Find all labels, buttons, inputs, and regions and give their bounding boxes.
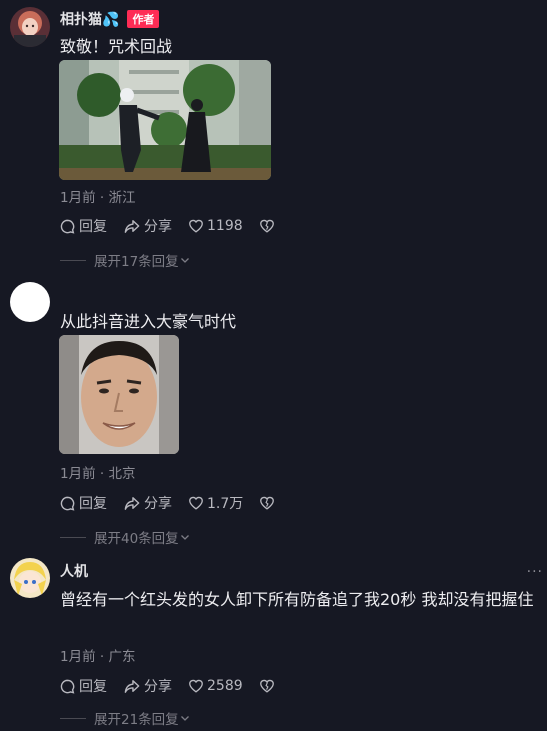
comment-image[interactable] [59, 60, 271, 180]
reply-bubble-icon [60, 496, 75, 511]
comment-text: 曾经有一个红头发的女人卸下所有防备追了我20秒 我却没有把握住 [60, 590, 534, 609]
share-label: 分享 [144, 679, 172, 695]
divider [60, 536, 86, 538]
broken-heart-icon [260, 496, 275, 510]
reply-button[interactable]: 回复 [59, 676, 107, 696]
comment-image[interactable] [59, 335, 179, 454]
expand-replies[interactable]: 展开40条回复 [60, 527, 191, 547]
comment-meta: 1月前 · 广东 [60, 649, 136, 665]
chevron-down-icon [180, 716, 189, 721]
share-label: 分享 [144, 496, 172, 512]
comment-item: 人机 ··· 曾经有一个红头发的女人卸下所有防备追了我20秒 我却没有把握住 1… [0, 550, 547, 731]
comment-item: 从此抖音进入大豪气时代 1月前 · 北京 回复 分享 1.7万 展开40条回复 [0, 280, 547, 550]
comment-meta: 1月前 · 北京 [60, 466, 136, 482]
avatar[interactable] [10, 7, 50, 47]
reply-button[interactable]: 回复 [59, 493, 107, 513]
divider [60, 259, 86, 261]
share-arrow-icon [124, 496, 140, 510]
heart-icon [189, 679, 203, 693]
comment-text: 致敬！咒术回战 [60, 37, 173, 56]
comment-item: 相扑猫💦 作者 致敬！咒术回战 1月前 · 浙江 回复 分享 1198 展开17… [0, 0, 547, 280]
share-button[interactable]: 分享 [123, 493, 172, 513]
share-arrow-icon [124, 219, 140, 233]
like-count: 2589 [207, 678, 243, 694]
heart-icon [189, 219, 203, 233]
reply-bubble-icon [60, 219, 75, 234]
comment-meta: 1月前 · 浙江 [60, 190, 136, 206]
broken-heart-icon [259, 679, 274, 693]
heart-icon [189, 496, 203, 510]
like-button[interactable]: 1198 [188, 218, 243, 234]
expand-label: 展开17条回复 [94, 254, 179, 270]
expand-replies[interactable]: 展开17条回复 [60, 250, 191, 270]
like-button[interactable]: 1.7万 [188, 493, 243, 513]
reply-label: 回复 [79, 679, 107, 695]
chevron-down-icon [180, 535, 189, 540]
reply-button[interactable]: 回复 [59, 216, 107, 236]
avatar[interactable] [10, 558, 50, 598]
expand-label: 展开21条回复 [94, 712, 179, 728]
like-button[interactable]: 2589 [188, 678, 243, 694]
username[interactable]: 相扑猫💦 [60, 9, 119, 29]
divider [60, 717, 86, 719]
share-button[interactable]: 分享 [123, 216, 172, 236]
expand-label: 展开40条回复 [94, 531, 179, 547]
author-badge: 作者 [127, 10, 160, 28]
reply-label: 回复 [79, 219, 107, 235]
comment-text: 从此抖音进入大豪气时代 [60, 312, 237, 331]
dislike-button[interactable] [259, 678, 278, 694]
share-button[interactable]: 分享 [123, 676, 172, 696]
avatar[interactable] [10, 282, 50, 322]
dislike-button[interactable] [259, 495, 278, 511]
share-label: 分享 [144, 219, 172, 235]
chevron-down-icon [180, 258, 189, 263]
like-count: 1198 [207, 218, 243, 234]
reply-bubble-icon [60, 679, 75, 694]
more-options-button[interactable]: ··· [527, 564, 543, 580]
expand-replies[interactable]: 展开21条回复 [60, 708, 191, 728]
broken-heart-icon [259, 219, 274, 233]
dislike-button[interactable] [259, 218, 278, 234]
username[interactable]: 人机 [60, 561, 88, 581]
share-arrow-icon [124, 679, 140, 693]
reply-label: 回复 [79, 496, 107, 512]
like-count: 1.7万 [207, 496, 244, 512]
